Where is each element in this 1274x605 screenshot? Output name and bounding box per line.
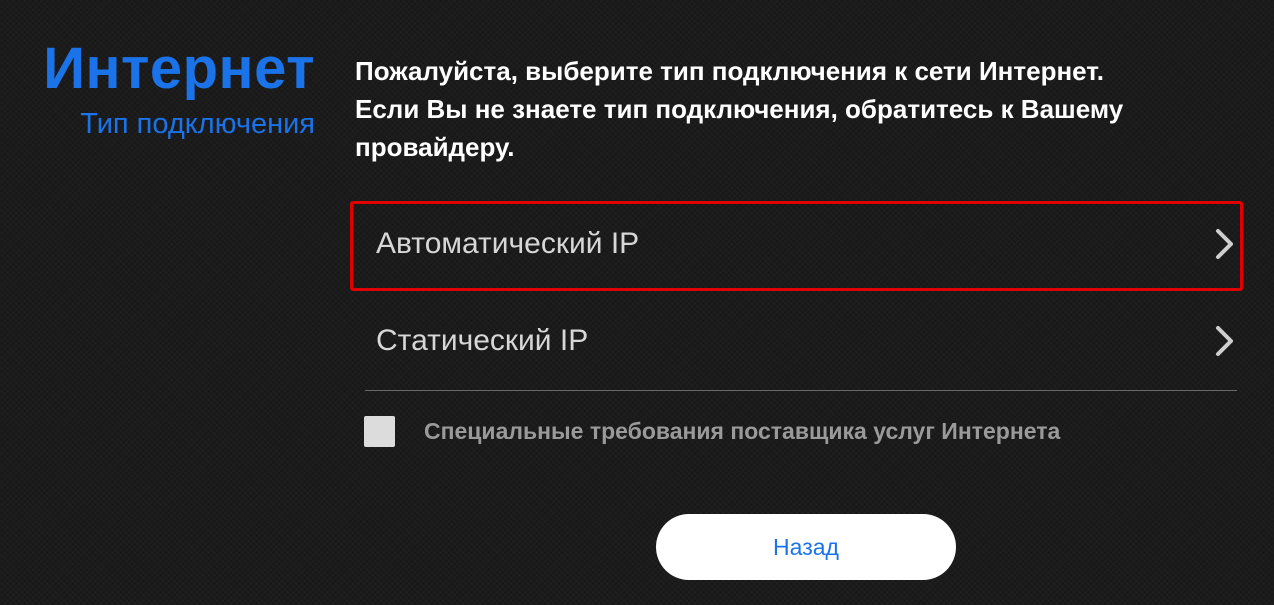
option-static-ip-label: Статический IP (376, 324, 589, 357)
instruction-line-2: Если Вы не знаете тип подключения, обрат… (355, 94, 1124, 124)
divider (365, 390, 1237, 391)
page-title: Интернет (43, 36, 315, 101)
chevron-right-icon (1216, 326, 1233, 356)
isp-requirements-label[interactable]: Специальные требования поставщика услуг … (424, 414, 1060, 448)
instruction-line-1: Пожалуйста, выберите тип подключения к с… (355, 56, 1104, 86)
chevron-right-icon (1216, 229, 1233, 259)
option-automatic-ip[interactable]: Автоматический IP (350, 201, 1243, 291)
isp-requirements-checkbox[interactable] (364, 416, 395, 447)
option-static-ip[interactable]: Статический IP (350, 298, 1243, 388)
option-automatic-ip-label: Автоматический IP (376, 227, 640, 260)
page-subtitle: Тип подключения (80, 108, 315, 140)
page-header: Интернет Тип подключения (20, 34, 315, 142)
instruction-text: Пожалуйста, выберите тип подключения к с… (355, 52, 1255, 166)
instruction-line-3: провайдеру. (355, 132, 515, 162)
back-button[interactable]: Назад (656, 514, 956, 580)
